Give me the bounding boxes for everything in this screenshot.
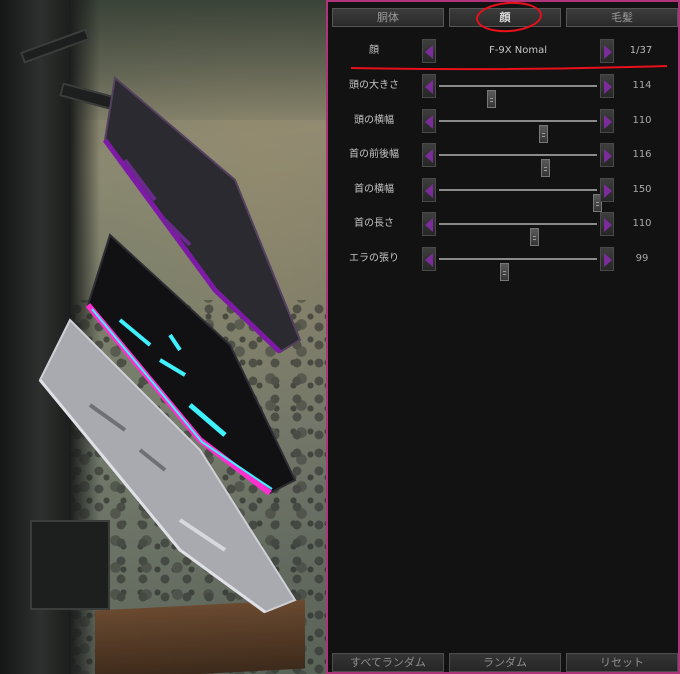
slider-row-jaw-width: エラの張り 99 xyxy=(328,245,678,281)
increase-arrow-icon[interactable] xyxy=(600,212,614,237)
face-counter: 1/37 xyxy=(629,45,653,56)
decrease-arrow-icon[interactable] xyxy=(422,177,436,202)
slider-value: 114 xyxy=(632,80,652,91)
slider-thumb[interactable] xyxy=(487,90,497,108)
annotation-underline xyxy=(350,65,668,71)
slider-thumb[interactable] xyxy=(539,124,549,143)
slider-track[interactable] xyxy=(439,85,597,108)
face-selector-label: 顔 xyxy=(369,45,379,56)
tab-body[interactable]: 胴体 xyxy=(332,8,444,27)
slider-label: 首の長さ xyxy=(354,218,394,230)
slider-label: 頭の横幅 xyxy=(354,114,394,126)
face-next-arrow-icon[interactable] xyxy=(600,39,614,63)
reset-button[interactable]: リセット xyxy=(566,653,678,672)
slider-thumb[interactable] xyxy=(540,159,550,178)
slider-label: 頭の大きさ xyxy=(349,80,399,91)
slider-value: 116 xyxy=(632,149,652,161)
slider-label: 首の横幅 xyxy=(354,183,394,195)
slider-value: 150 xyxy=(632,183,652,195)
increase-arrow-icon[interactable] xyxy=(600,108,614,133)
slider-label: 首の前後幅 xyxy=(349,149,399,161)
game-viewport[interactable] xyxy=(0,0,326,674)
increase-arrow-icon[interactable] xyxy=(600,247,614,271)
slider-track[interactable] xyxy=(439,223,597,247)
all-random-button[interactable]: すべてランダム xyxy=(332,653,444,672)
slider-track[interactable] xyxy=(439,188,602,212)
slider-row-head-width: 頭の横幅 110 xyxy=(328,107,678,143)
slider-row-neck-depth: 首の前後幅 116 xyxy=(328,141,678,178)
slider-track[interactable] xyxy=(439,154,597,178)
tab-hair[interactable]: 毛髪 xyxy=(566,8,678,27)
slider-row-head-size: 頭の大きさ 114 xyxy=(328,72,678,108)
decrease-arrow-icon[interactable] xyxy=(422,74,436,98)
random-button[interactable]: ランダム xyxy=(449,653,561,672)
slider-track[interactable] xyxy=(439,258,597,281)
blade-silver xyxy=(30,310,305,620)
slider-thumb[interactable] xyxy=(499,263,509,281)
decrease-arrow-icon[interactable] xyxy=(422,212,436,237)
slider-row-neck-width: 首の横幅 150 xyxy=(328,176,678,212)
increase-arrow-icon[interactable] xyxy=(600,177,614,202)
face-selector-row: 顔 F-9X Nomal 1/37 xyxy=(328,37,678,65)
face-prev-arrow-icon[interactable] xyxy=(422,39,436,63)
decrease-arrow-icon[interactable] xyxy=(422,108,436,133)
slider-thumb[interactable] xyxy=(529,228,539,247)
character-editor-panel: 胴体 顔 毛髪 顔 F-9X Nomal 1/37 頭の大きさ 114 頭の横幅 11… xyxy=(326,0,680,674)
increase-arrow-icon[interactable] xyxy=(600,143,614,168)
decrease-arrow-icon[interactable] xyxy=(422,143,436,168)
decrease-arrow-icon[interactable] xyxy=(422,247,436,271)
slider-track[interactable] xyxy=(439,119,597,143)
slider-row-neck-length: 首の長さ 110 xyxy=(328,210,678,247)
slider-value: 110 xyxy=(632,218,652,230)
slider-value: 99 xyxy=(635,253,649,264)
increase-arrow-icon[interactable] xyxy=(600,74,614,98)
face-name-value: F-9X Nomal xyxy=(489,45,547,56)
slider-value: 110 xyxy=(632,114,652,126)
slider-label: エラの張り xyxy=(349,253,399,264)
tab-face[interactable]: 顔 xyxy=(449,8,561,27)
